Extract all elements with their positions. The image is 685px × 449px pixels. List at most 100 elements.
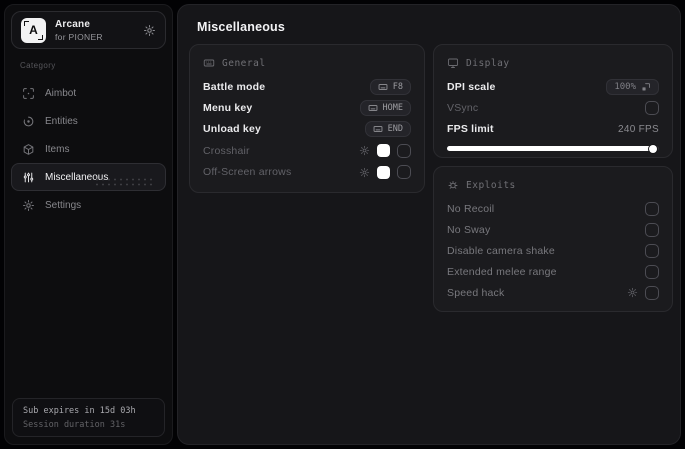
panel-title: Exploits <box>466 179 516 191</box>
app-logo: A <box>21 17 46 43</box>
app-subtitle: for PIONER <box>55 31 103 42</box>
main-content: Miscellaneous General Battle mode F8 Men… <box>177 4 681 445</box>
sidebar-nav: Aimbot Entities Items Miscellaneous Sett… <box>5 79 172 219</box>
slider-knob[interactable] <box>648 144 657 153</box>
app-name: Arcane <box>55 18 91 30</box>
setting-label: No Recoil <box>447 202 495 215</box>
sub-expires-text: Sub expires in 15d 03h <box>23 406 136 416</box>
panel-display: Display DPI scale 100% VSync FPS limit 2… <box>433 44 673 158</box>
dpi-scale-value: 100% <box>614 81 636 92</box>
setting-row-battle-mode: Battle mode F8 <box>203 76 411 97</box>
setting-row-extended-melee-range: Extended melee range <box>447 261 659 282</box>
offscreen-arrows-checkbox[interactable] <box>397 165 411 180</box>
setting-row-offscreen-arrows: Off-Screen arrows <box>203 162 411 183</box>
setting-label: Extended melee range <box>447 265 557 278</box>
setting-label: Disable camera shake <box>447 244 555 257</box>
no-recoil-checkbox[interactable] <box>645 201 659 216</box>
panel-general-header: General <box>203 55 411 71</box>
sidebar-item-label: Miscellaneous <box>45 171 109 183</box>
setting-label: No Sway <box>447 223 491 236</box>
setting-row-vsync: VSync <box>447 97 659 118</box>
fps-limit-slider[interactable] <box>447 144 659 153</box>
gear-icon[interactable] <box>627 287 638 298</box>
setting-row-menu-key: Menu key HOME <box>203 97 411 118</box>
setting-label: Battle mode <box>203 80 266 93</box>
setting-label: VSync <box>447 102 479 115</box>
setting-label: Unload key <box>203 123 262 136</box>
sidebar: A Arcane for PIONER Category Aimbot Enti… <box>4 4 173 445</box>
crosshair-checkbox[interactable] <box>397 143 411 158</box>
gear-icon <box>22 199 35 212</box>
keybind-value: END <box>387 124 403 135</box>
page-title: Miscellaneous <box>197 20 286 34</box>
sidebar-item-label: Entities <box>45 115 78 127</box>
gear-icon[interactable] <box>359 167 370 178</box>
extended-melee-range-checkbox[interactable] <box>645 264 659 279</box>
setting-row-unload-key: Unload key END <box>203 119 411 140</box>
setting-controls <box>627 285 659 300</box>
sidebar-item-label: Settings <box>45 199 82 211</box>
panel-display-header: Display <box>447 55 659 71</box>
sidebar-item-label: Aimbot <box>45 87 77 99</box>
setting-label: Off-Screen arrows <box>203 166 292 179</box>
setting-label: Crosshair <box>203 144 250 157</box>
slider-fill <box>447 144 657 153</box>
setting-label: Menu key <box>203 102 253 115</box>
setting-row-speed-hack: Speed hack <box>447 282 659 303</box>
keybind-button[interactable]: END <box>364 121 411 138</box>
dpi-scale-input[interactable]: 100% <box>606 78 659 95</box>
gear-icon[interactable] <box>359 145 370 156</box>
package-icon <box>22 143 35 156</box>
setting-row-dpi-scale: DPI scale 100% <box>447 76 659 97</box>
radar-icon <box>22 115 35 128</box>
brand-text: Arcane for PIONER <box>55 19 103 42</box>
keybind-value: HOME <box>382 103 403 114</box>
sidebar-item-miscellaneous[interactable]: Miscellaneous <box>11 163 166 191</box>
panel-title: General <box>222 57 266 69</box>
setting-controls <box>359 143 411 158</box>
keybind-value: F8 <box>392 81 403 92</box>
keybind-button[interactable]: F8 <box>369 78 411 95</box>
sidebar-item-items[interactable]: Items <box>11 135 166 163</box>
scale-icon <box>641 82 651 92</box>
color-swatch[interactable] <box>377 144 390 158</box>
setting-label: DPI scale <box>447 80 496 93</box>
panel-exploits-header: Exploits <box>447 177 659 193</box>
color-swatch[interactable] <box>377 165 390 179</box>
keyboard-icon <box>368 103 378 113</box>
gear-icon[interactable] <box>143 24 156 37</box>
panel-exploits: Exploits No Recoil No Sway Disable camer… <box>433 166 673 312</box>
setting-row-no-recoil: No Recoil <box>447 198 659 219</box>
bug-icon <box>447 179 459 191</box>
setting-label: FPS limit <box>447 123 494 136</box>
keyboard-icon <box>378 82 388 92</box>
setting-label: Speed hack <box>447 286 505 299</box>
sidebar-item-label: Items <box>45 143 70 155</box>
fps-limit-value: 240 FPS <box>617 123 659 135</box>
setting-row-fps-limit: FPS limit 240 FPS <box>447 119 659 140</box>
scan-icon <box>22 87 35 100</box>
brand-card: A Arcane for PIONER <box>11 11 166 49</box>
session-duration-text: Session duration 31s <box>23 420 126 430</box>
vsync-checkbox[interactable] <box>645 101 659 116</box>
sidebar-item-entities[interactable]: Entities <box>11 107 166 135</box>
keybind-button[interactable]: HOME <box>359 100 411 117</box>
setting-controls <box>359 165 411 180</box>
speed-hack-checkbox[interactable] <box>645 285 659 300</box>
category-label: Category <box>20 61 56 70</box>
disable-camera-shake-checkbox[interactable] <box>645 243 659 258</box>
setting-row-no-sway: No Sway <box>447 219 659 240</box>
keyboard-icon <box>373 124 383 134</box>
logo-letter: A <box>29 23 38 37</box>
monitor-icon <box>447 57 459 69</box>
panel-general: General Battle mode F8 Menu key HOME Unl… <box>189 44 425 193</box>
setting-row-disable-camera-shake: Disable camera shake <box>447 240 659 261</box>
setting-row-crosshair: Crosshair <box>203 140 411 161</box>
panel-title: Display <box>466 57 510 69</box>
sidebar-item-settings[interactable]: Settings <box>11 191 166 219</box>
subscription-info: Sub expires in 15d 03h Session duration … <box>12 398 165 437</box>
sliders-icon <box>22 171 35 184</box>
no-sway-checkbox[interactable] <box>645 222 659 237</box>
keyboard-icon <box>203 57 215 69</box>
sidebar-item-aimbot[interactable]: Aimbot <box>11 79 166 107</box>
